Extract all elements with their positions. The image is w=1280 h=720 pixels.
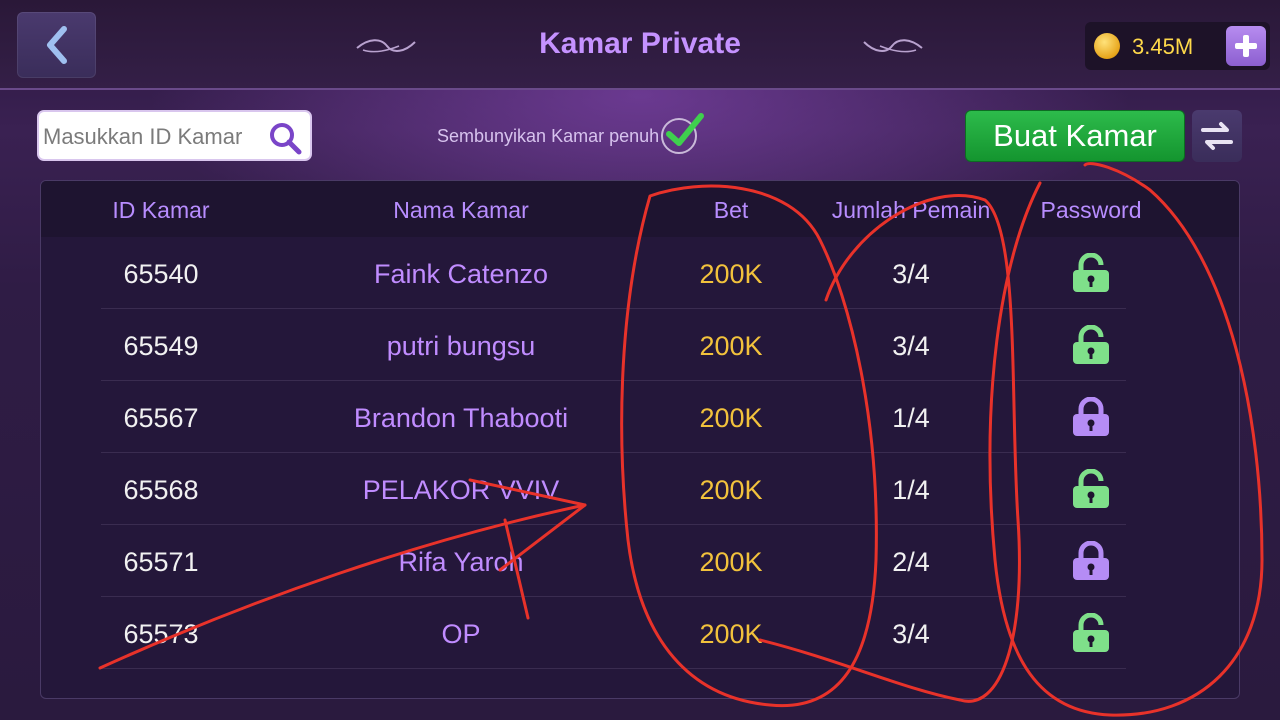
lock-icon bbox=[1071, 396, 1111, 437]
room-id: 65568 bbox=[123, 475, 199, 505]
table-row[interactable]: 65549 putri bungsu 200K 3/4 bbox=[101, 309, 1126, 381]
table-row[interactable]: 65568 PELAKOR VVIV 200K 1/4 bbox=[101, 453, 1126, 525]
table-header: ID Kamar Nama Kamar Bet Jumlah Pemain Pa… bbox=[41, 181, 1239, 237]
room-players: 2/4 bbox=[892, 547, 930, 577]
room-name: putri bungsu bbox=[386, 331, 536, 361]
flourish-right-icon bbox=[863, 39, 923, 53]
room-players: 3/4 bbox=[892, 331, 930, 361]
table-row[interactable]: 65567 Brandon Thabooti 200K 1/4 bbox=[101, 381, 1126, 453]
room-name: OP bbox=[441, 619, 481, 649]
room-name: PELAKOR VVIV bbox=[362, 475, 560, 505]
unlock-icon bbox=[1071, 468, 1111, 509]
top-bar: Kamar Private 3.45M bbox=[0, 0, 1280, 90]
room-table: ID Kamar Nama Kamar Bet Jumlah Pemain Pa… bbox=[40, 180, 1240, 699]
room-bet: 200K bbox=[699, 331, 763, 361]
room-bet: 200K bbox=[699, 403, 763, 433]
search-icon[interactable] bbox=[268, 121, 302, 155]
table-row[interactable]: 65571 Rifa Yaroh 200K 2/4 bbox=[101, 525, 1126, 597]
lock-icon bbox=[1071, 540, 1111, 581]
room-id: 65540 bbox=[123, 259, 199, 289]
room-id: 65549 bbox=[123, 331, 199, 361]
checkmark-icon bbox=[666, 113, 705, 146]
add-coins-button[interactable] bbox=[1226, 26, 1266, 66]
coin-icon bbox=[1094, 33, 1120, 59]
unlock-icon bbox=[1071, 252, 1111, 293]
search-input[interactable] bbox=[43, 122, 265, 152]
hide-full-rooms-checkbox[interactable] bbox=[661, 113, 705, 154]
room-id: 65573 bbox=[123, 619, 199, 649]
coin-value: 3.45M bbox=[1132, 34, 1194, 59]
room-id: 65567 bbox=[123, 403, 199, 433]
create-room-button[interactable]: Buat Kamar bbox=[965, 110, 1185, 162]
room-bet: 200K bbox=[699, 619, 763, 649]
table-row[interactable]: 65540 Faink Catenzo 200K 3/4 bbox=[101, 237, 1126, 309]
swap-icon bbox=[1201, 122, 1233, 150]
search-box bbox=[37, 110, 312, 161]
room-players: 1/4 bbox=[892, 403, 930, 433]
header-players: Jumlah Pemain bbox=[831, 197, 991, 223]
room-bet: 200K bbox=[699, 475, 763, 505]
unlock-icon bbox=[1071, 324, 1111, 365]
header-password: Password bbox=[1040, 197, 1142, 223]
room-name: Faink Catenzo bbox=[373, 259, 549, 289]
table-row[interactable]: 65573 OP 200K 3/4 bbox=[101, 597, 1126, 669]
header-id: ID Kamar bbox=[112, 197, 210, 223]
unlock-icon bbox=[1071, 612, 1111, 653]
room-players: 1/4 bbox=[892, 475, 930, 505]
room-bet: 200K bbox=[699, 259, 763, 289]
hide-full-rooms-label: Sembunyikan Kamar penuh bbox=[437, 125, 660, 146]
swap-button[interactable] bbox=[1192, 110, 1242, 162]
room-bet: 200K bbox=[699, 547, 763, 577]
header-bet: Bet bbox=[713, 197, 749, 223]
hide-full-rooms-toggle[interactable]: Sembunyikan Kamar penuh bbox=[437, 113, 705, 156]
room-players: 3/4 bbox=[892, 619, 930, 649]
header-name: Nama Kamar bbox=[393, 197, 529, 223]
room-players: 3/4 bbox=[892, 259, 930, 289]
plus-icon bbox=[1235, 35, 1257, 57]
room-id: 65571 bbox=[123, 547, 199, 577]
room-name: Brandon Thabooti bbox=[353, 403, 569, 433]
room-name: Rifa Yaroh bbox=[398, 547, 524, 577]
